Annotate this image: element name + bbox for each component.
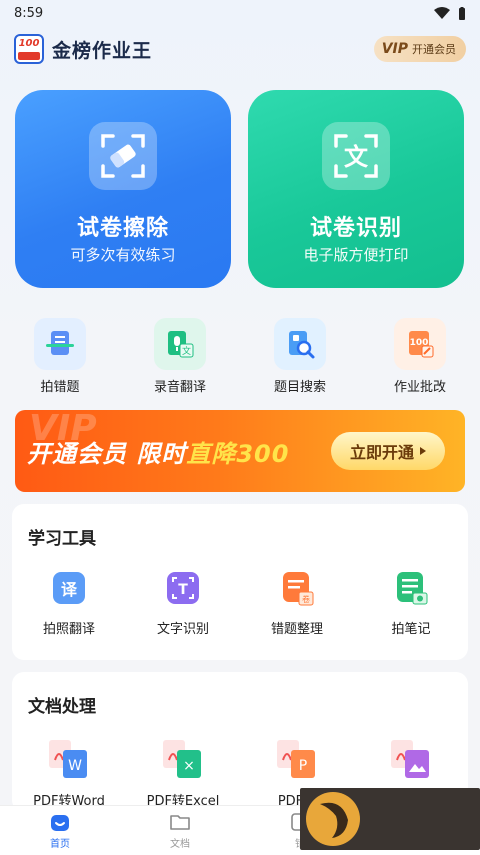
svg-text:文: 文 — [344, 143, 369, 171]
vip-promo-banner[interactable]: VIP 开通会员 限时直降300 立即开通 — [15, 410, 465, 492]
tool-mistake-organize[interactable]: 卷 错题整理 — [240, 566, 354, 637]
quick-item-label: 题目搜索 — [273, 380, 326, 395]
tool-photo-notes[interactable]: 拍笔记 — [354, 566, 468, 637]
search-question-icon — [274, 318, 326, 370]
grade-100-icon: 100 — [394, 318, 446, 370]
tab-home-label: 首页 — [50, 839, 70, 850]
voice-translate-icon: 文 — [154, 318, 206, 370]
tool-label: 拍笔记 — [391, 622, 431, 637]
wifi-icon — [434, 7, 450, 19]
quick-item-homework-grading[interactable]: 100 作业批改 — [360, 318, 480, 395]
study-tools-title: 学习工具 — [28, 529, 96, 549]
folder-icon — [170, 815, 190, 830]
exam-recognize-title: 试卷识别 — [309, 216, 402, 241]
svg-text:P: P — [299, 758, 307, 774]
study-tools-card: 学习工具 译 拍照翻译 T 文字识别 卷 错题整理 拍笔记 — [12, 504, 468, 660]
banner-promo-highlight: 直降300 — [186, 440, 290, 468]
vip-button-label: 开通会员 — [412, 43, 456, 56]
eraser-icon — [89, 122, 157, 190]
open-vip-button-label: 立即开通 — [349, 443, 414, 462]
translate-icon: 译 — [47, 566, 91, 610]
quick-item-label: 作业批改 — [393, 380, 446, 395]
pdf-to-ppt-icon: P — [275, 738, 319, 782]
tab-home[interactable]: 首页 — [0, 806, 120, 855]
open-vip-button[interactable]: 立即开通 — [331, 432, 445, 470]
exam-erase-title: 试卷擦除 — [76, 216, 169, 241]
exam-recognize-subtitle: 电子版方便打印 — [303, 246, 409, 264]
app-logo: 100 — [14, 34, 44, 64]
doc-pdf-to-excel[interactable]: × PDF转Excel — [126, 738, 240, 809]
banner-promo-text: 开通会员 限时直降300 — [27, 434, 289, 469]
logo-text: 100 — [18, 38, 40, 49]
scan-document-icon — [34, 318, 86, 370]
pdf-to-image-icon — [389, 738, 433, 782]
tab-documents-label: 文档 — [170, 839, 190, 850]
exam-recognize-card[interactable]: 文 试卷识别 电子版方便打印 — [248, 90, 464, 288]
camera-note-icon — [389, 566, 433, 610]
tool-text-recognition[interactable]: T 文字识别 — [126, 566, 240, 637]
pdf-to-excel-icon: × — [161, 738, 205, 782]
overlay-avatar — [306, 792, 360, 846]
pdf-to-word-icon: W — [47, 738, 91, 782]
exam-erase-subtitle: 可多次有效练习 — [70, 246, 176, 264]
tool-label: 拍照翻译 — [42, 622, 95, 637]
mistake-book-icon: 卷 — [275, 566, 319, 610]
chevron-right-icon — [420, 447, 426, 455]
floating-overlay[interactable] — [300, 788, 480, 850]
quick-item-label: 录音翻译 — [153, 380, 206, 395]
quick-item-label: 拍错题 — [40, 380, 80, 395]
quick-item-voice-translate[interactable]: 文 录音翻译 — [120, 318, 240, 395]
banner-promo-prefix: 开通会员 限时 — [27, 440, 187, 468]
status-time: 8:59 — [14, 5, 44, 21]
doc-pdf-to-word[interactable]: W PDF转Word — [12, 738, 126, 809]
status-bar: 8:59 — [0, 0, 480, 26]
tool-label: 错题整理 — [270, 622, 323, 637]
home-icon — [51, 815, 69, 831]
quick-actions: 拍错题 文 录音翻译 题目搜索 100 作业批改 — [0, 318, 480, 395]
quick-item-mistake-photo[interactable]: 拍错题 — [0, 318, 120, 395]
app-title: 金榜作业王 — [52, 39, 153, 62]
quick-item-search-question[interactable]: 题目搜索 — [240, 318, 360, 395]
svg-text:卷: 卷 — [302, 594, 310, 604]
vip-button[interactable]: VIP 开通会员 — [373, 36, 466, 62]
tool-label: 文字识别 — [156, 622, 209, 637]
app-header: 100 金榜作业王 VIP 开通会员 — [14, 30, 466, 68]
document-tools-title: 文档处理 — [28, 697, 96, 717]
vip-badge: VIP — [381, 41, 408, 57]
text-recognize-icon: T — [161, 566, 205, 610]
exam-erase-card[interactable]: 试卷擦除 可多次有效练习 — [15, 90, 231, 288]
text-scan-icon: 文 — [322, 122, 390, 190]
svg-text:W: W — [68, 758, 82, 774]
tool-photo-translate[interactable]: 译 拍照翻译 — [12, 566, 126, 637]
svg-text:文: 文 — [182, 345, 191, 357]
status-icons — [434, 6, 466, 20]
svg-text:×: × — [183, 758, 195, 774]
svg-text:译: 译 — [61, 580, 78, 599]
tab-documents[interactable]: 文档 — [120, 806, 240, 855]
battery-icon — [459, 6, 465, 20]
study-tools-grid: 译 拍照翻译 T 文字识别 卷 错题整理 拍笔记 — [12, 566, 468, 637]
svg-text:T: T — [178, 582, 188, 598]
